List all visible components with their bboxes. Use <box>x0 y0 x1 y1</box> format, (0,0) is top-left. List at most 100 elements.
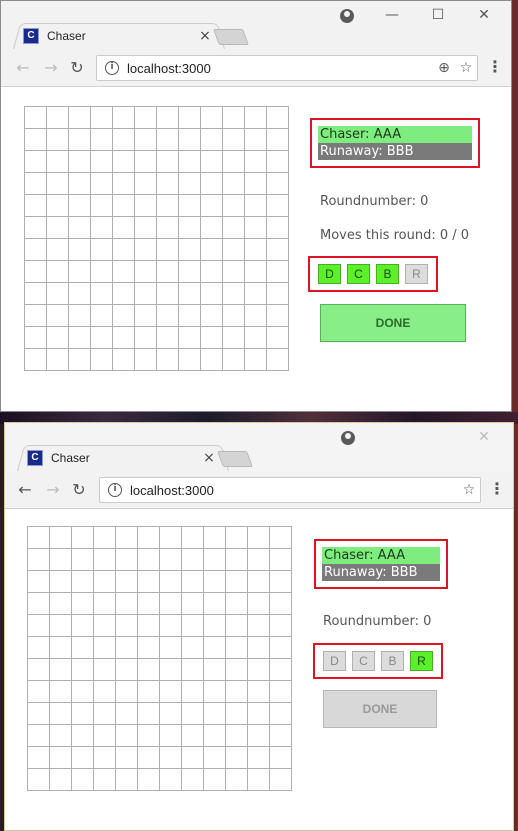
title-bar[interactable]: C Chaser × ✕ <box>5 423 513 471</box>
board-cell[interactable] <box>93 570 116 593</box>
direction-button-c[interactable]: C <box>347 264 370 284</box>
board-cell[interactable] <box>159 768 182 791</box>
board-cell[interactable] <box>137 592 160 615</box>
board-cell[interactable] <box>200 128 223 151</box>
board-cell[interactable] <box>178 172 201 195</box>
board-cell[interactable] <box>112 304 135 327</box>
board-cell[interactable] <box>134 172 157 195</box>
reload-icon[interactable]: ↻ <box>69 480 89 500</box>
board-cell[interactable] <box>225 570 248 593</box>
board-cell[interactable] <box>90 194 113 217</box>
board-cell[interactable] <box>137 636 160 659</box>
new-tab-button[interactable] <box>217 451 253 467</box>
board-cell[interactable] <box>200 260 223 283</box>
board-cell[interactable] <box>178 282 201 305</box>
board-cell[interactable] <box>90 304 113 327</box>
board-cell[interactable] <box>115 592 138 615</box>
profile-icon[interactable] <box>341 431 355 445</box>
board-cell[interactable] <box>93 636 116 659</box>
board-cell[interactable] <box>244 260 267 283</box>
board-cell[interactable] <box>134 106 157 129</box>
board-cell[interactable] <box>203 592 226 615</box>
board-cell[interactable] <box>46 304 69 327</box>
url-text[interactable]: localhost:3000 <box>127 61 433 76</box>
board-cell[interactable] <box>24 260 47 283</box>
board-cell[interactable] <box>244 150 267 173</box>
board-cell[interactable] <box>24 106 47 129</box>
board-cell[interactable] <box>156 128 179 151</box>
board-cell[interactable] <box>159 680 182 703</box>
board-cell[interactable] <box>90 348 113 371</box>
board-cell[interactable] <box>222 172 245 195</box>
board-cell[interactable] <box>247 636 270 659</box>
board-cell[interactable] <box>225 746 248 769</box>
board-cell[interactable] <box>247 570 270 593</box>
board-cell[interactable] <box>112 150 135 173</box>
star-icon[interactable]: ☆ <box>458 482 480 498</box>
board-cell[interactable] <box>203 702 226 725</box>
board-cell[interactable] <box>178 150 201 173</box>
board-cell[interactable] <box>71 614 94 637</box>
board-cell[interactable] <box>181 526 204 549</box>
board-cell[interactable] <box>112 172 135 195</box>
board-cell[interactable] <box>68 348 91 371</box>
board-cell[interactable] <box>156 194 179 217</box>
board-cell[interactable] <box>225 614 248 637</box>
board-cell[interactable] <box>49 702 72 725</box>
board-cell[interactable] <box>27 768 50 791</box>
board-cell[interactable] <box>93 614 116 637</box>
board-cell[interactable] <box>225 702 248 725</box>
board-cell[interactable] <box>178 216 201 239</box>
board-cell[interactable] <box>266 326 289 349</box>
back-icon[interactable]: ← <box>13 58 33 78</box>
board-cell[interactable] <box>203 658 226 681</box>
board-cell[interactable] <box>27 570 50 593</box>
board-cell[interactable] <box>269 702 292 725</box>
board-cell[interactable] <box>134 150 157 173</box>
board-cell[interactable] <box>266 216 289 239</box>
board-cell[interactable] <box>112 260 135 283</box>
board-cell[interactable] <box>247 746 270 769</box>
board-cell[interactable] <box>115 746 138 769</box>
board-cell[interactable] <box>134 194 157 217</box>
board-cell[interactable] <box>247 526 270 549</box>
minimize-icon[interactable]: — <box>369 7 415 23</box>
board-cell[interactable] <box>159 548 182 571</box>
board-cell[interactable] <box>247 548 270 571</box>
board-cell[interactable] <box>266 304 289 327</box>
board-cell[interactable] <box>71 570 94 593</box>
board-cell[interactable] <box>24 282 47 305</box>
board-cell[interactable] <box>156 106 179 129</box>
board-cell[interactable] <box>137 724 160 747</box>
board-cell[interactable] <box>27 702 50 725</box>
board-cell[interactable] <box>181 592 204 615</box>
board-cell[interactable] <box>178 238 201 261</box>
board-cell[interactable] <box>24 348 47 371</box>
done-button[interactable]: DONE <box>320 304 466 342</box>
board-cell[interactable] <box>90 282 113 305</box>
board-cell[interactable] <box>68 304 91 327</box>
direction-button-b[interactable]: B <box>376 264 399 284</box>
board-cell[interactable] <box>156 326 179 349</box>
board-cell[interactable] <box>269 658 292 681</box>
board-cell[interactable] <box>27 724 50 747</box>
board-cell[interactable] <box>115 768 138 791</box>
board-cell[interactable] <box>225 636 248 659</box>
board-cell[interactable] <box>71 746 94 769</box>
board-cell[interactable] <box>222 260 245 283</box>
board-cell[interactable] <box>68 282 91 305</box>
board-cell[interactable] <box>178 326 201 349</box>
board-cell[interactable] <box>200 326 223 349</box>
board-cell[interactable] <box>222 304 245 327</box>
board-cell[interactable] <box>49 526 72 549</box>
board-cell[interactable] <box>46 238 69 261</box>
board-cell[interactable] <box>269 592 292 615</box>
board-cell[interactable] <box>68 260 91 283</box>
board-cell[interactable] <box>115 724 138 747</box>
direction-button-c[interactable]: C <box>352 651 375 671</box>
board-cell[interactable] <box>46 260 69 283</box>
board-cell[interactable] <box>46 172 69 195</box>
board-cell[interactable] <box>181 746 204 769</box>
tab-close-icon[interactable]: × <box>201 450 217 466</box>
board-cell[interactable] <box>134 128 157 151</box>
